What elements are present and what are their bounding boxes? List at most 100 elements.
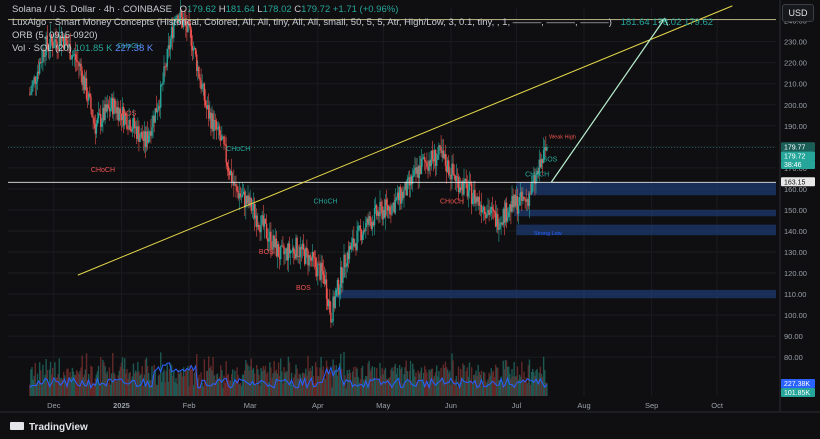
candle-body [258, 224, 260, 230]
candle-body [239, 193, 242, 197]
candle-body [139, 137, 141, 142]
candle-body [478, 196, 480, 206]
candle-body [268, 239, 270, 242]
candle-body [361, 234, 364, 241]
candle-body [90, 96, 92, 110]
candle-body [221, 137, 223, 141]
candle-body [425, 161, 427, 163]
candle-body [76, 60, 78, 62]
candle-body [357, 226, 359, 231]
candle-body [486, 213, 488, 218]
price-axis-tick: 80.00 [784, 353, 803, 362]
candle-body [481, 210, 484, 213]
structure-label: Strong Low [534, 231, 562, 237]
open-label: O [179, 4, 188, 15]
candle-body [282, 245, 284, 247]
tradingview-icon [10, 422, 24, 430]
candle-body [95, 123, 98, 134]
candle-body [467, 190, 470, 197]
volume-value-2: 227.38 K [115, 43, 154, 54]
candle-body [215, 120, 218, 130]
candle-body [236, 186, 238, 191]
candle-body [226, 162, 228, 167]
structure-label: CHoCH [440, 199, 464, 206]
candle-body [420, 158, 423, 174]
candle-body [517, 205, 520, 214]
candle-body [373, 207, 376, 226]
candle-body [109, 108, 112, 112]
candle-body [413, 170, 415, 176]
price-tag-label: 179.77 [784, 144, 806, 151]
candle-body [391, 204, 393, 215]
candle-body [322, 271, 324, 275]
candle-body [506, 216, 509, 222]
time-axis-tick: Aug [577, 401, 590, 410]
indicator-volume-label: Vol · SOL (20) [12, 43, 72, 54]
candle-body [107, 104, 110, 108]
price-axis-tick: 150.00 [784, 206, 807, 215]
candle-body [241, 194, 244, 197]
candle-body [359, 225, 362, 230]
candle-body [114, 99, 116, 108]
candle-body [497, 214, 499, 230]
candle-body [306, 247, 308, 252]
candle-body [223, 136, 225, 145]
high-value: 181.64 [225, 4, 255, 15]
candle-body [498, 228, 500, 230]
price-axis-tick: 230.00 [784, 38, 807, 47]
indicator-orb[interactable]: ORB (5, 0915-0920) [12, 30, 98, 41]
candle-body [325, 279, 328, 299]
candle-body [465, 178, 467, 184]
structure-label: CHoCH [91, 167, 115, 174]
currency-button[interactable]: USD [782, 4, 814, 22]
indicator-smc-label: LuxAlgo - Smart Money Concepts (Historic… [12, 17, 612, 28]
candle-body [499, 222, 501, 229]
candle-body [74, 54, 77, 61]
candle-body [380, 201, 382, 207]
candle-body [350, 242, 353, 250]
candle-body [492, 208, 495, 211]
price-tag-label: 163.15 [784, 179, 806, 186]
candle-body [296, 237, 298, 257]
candle-body [394, 199, 396, 213]
candle-body [93, 118, 95, 124]
candle-body [227, 166, 230, 172]
high-label: H [218, 4, 226, 15]
candle-body [472, 198, 474, 204]
candle-body [530, 182, 533, 194]
candle-body [165, 66, 167, 68]
candle-body [437, 154, 439, 160]
candle-body [169, 38, 172, 50]
structure-label: BOS [543, 157, 558, 164]
candle-body [163, 66, 165, 83]
candle-body [77, 61, 79, 63]
structure-label: CHoCH [313, 199, 337, 206]
candle-body [491, 207, 494, 209]
price-axis-tick: 220.00 [784, 59, 807, 68]
candle-body [260, 215, 262, 233]
candle-body [439, 145, 441, 148]
indicator-smc[interactable]: LuxAlgo - Smart Money Concepts (Historic… [12, 17, 713, 28]
candle-body [335, 289, 338, 297]
indicator-volume[interactable]: Vol · SOL (20) 101.85 K 227.38 K [12, 43, 153, 54]
candle-body [309, 255, 311, 258]
candle-body [156, 110, 159, 113]
candle-body [148, 135, 150, 143]
candle-body [444, 154, 447, 166]
candle-body [70, 58, 72, 60]
candle-body [524, 198, 526, 200]
structure-label: BOS [259, 249, 274, 256]
candle-body [230, 170, 233, 183]
candle-body [216, 128, 219, 130]
time-axis-tick: Jul [512, 401, 522, 410]
open-value: 179.62 [187, 4, 217, 15]
candle-body [96, 118, 99, 124]
time-axis-tick: Mar [244, 401, 257, 410]
candle-body [331, 321, 333, 323]
candle-body [277, 244, 280, 257]
candle-body [468, 182, 471, 191]
price-chart[interactable]: 80.00 90.00 100.00 110.00 120.00 130.00 140.00… [0, 0, 820, 439]
tradingview-logo[interactable]: TradingView [10, 422, 88, 433]
candle-body [30, 91, 32, 95]
candle-body [313, 257, 316, 259]
